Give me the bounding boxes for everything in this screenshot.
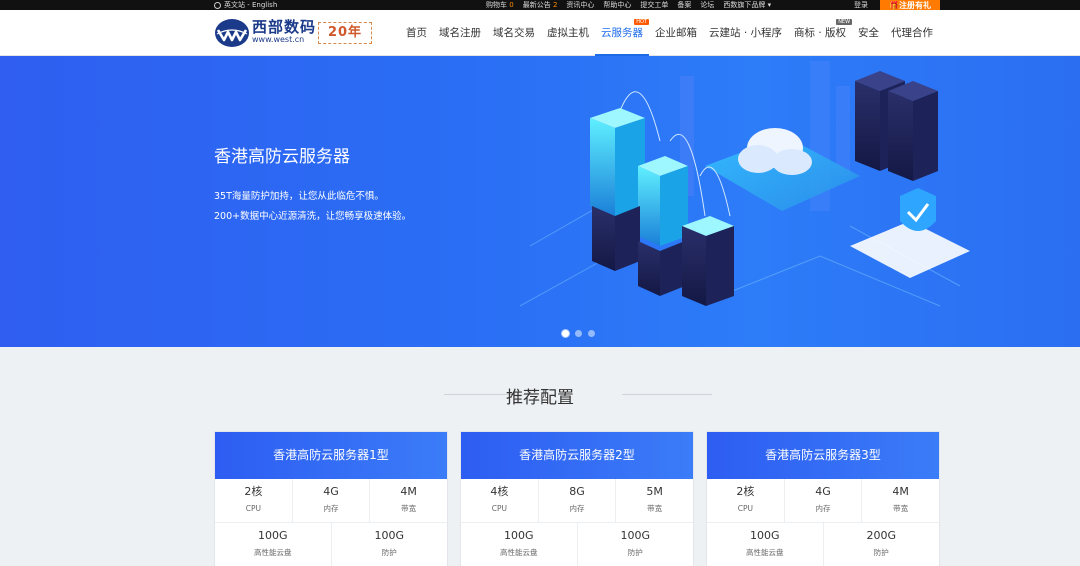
spec-label: CPU bbox=[245, 504, 261, 513]
protection-label: 防护 bbox=[873, 548, 889, 557]
carousel-dot-2[interactable] bbox=[575, 330, 582, 337]
spec-value: 4核 bbox=[490, 485, 509, 498]
spec-label: 内存 bbox=[569, 504, 585, 513]
spec-value: 5M bbox=[646, 485, 663, 498]
logo-en: www.west.cn bbox=[252, 35, 305, 44]
cart-count: 0 bbox=[509, 1, 514, 9]
plan-name: 香港高防云服务器2型 bbox=[461, 432, 693, 479]
nav-home[interactable]: 首页 bbox=[400, 10, 433, 56]
logo-text[interactable]: 西部数码 www.west.cn bbox=[252, 19, 316, 45]
section-title: 推荐配置 bbox=[506, 388, 574, 408]
storage-label: 高性能云盘 bbox=[500, 548, 538, 557]
spec-value: 2核 bbox=[244, 485, 263, 498]
storage-label: 高性能云盘 bbox=[254, 548, 292, 557]
storage-value: 100G bbox=[749, 529, 780, 542]
site-header: 西部数码 www.west.cn 20年 首页 域名注册 域名交易 虚拟主机 云… bbox=[0, 10, 1080, 56]
nav-partner[interactable]: 代理合作 bbox=[885, 10, 939, 56]
spec-label: 内存 bbox=[323, 504, 339, 513]
spec-label: CPU bbox=[737, 504, 753, 513]
carousel-dot-1[interactable] bbox=[562, 330, 569, 337]
notice-count: 2 bbox=[552, 1, 558, 9]
plan-card[interactable]: 香港高防云服务器2型 4核 CPU 8G 内存 5M 带宽 100G 高性能云盘 100… bbox=[460, 431, 694, 566]
plan-name: 香港高防云服务器3型 bbox=[707, 432, 939, 479]
hero-banner[interactable]: 香港高防云服务器 35T海量防护加持，让您从此临危不惧。 200+数据中心近源清… bbox=[0, 56, 1080, 347]
nav-site-builder[interactable]: 云建站 · 小程序 bbox=[703, 10, 788, 56]
hot-badge: HOT bbox=[634, 19, 649, 25]
nav-virtual-host[interactable]: 虚拟主机 bbox=[541, 10, 595, 56]
notice-link[interactable]: 最新公告 2 bbox=[523, 0, 558, 10]
nav-domain-trade[interactable]: 域名交易 bbox=[487, 10, 541, 56]
spec-label: CPU bbox=[491, 504, 507, 513]
protection-label: 防护 bbox=[381, 548, 397, 557]
protection-value: 100G bbox=[374, 529, 405, 542]
language-label: 英文站 - English bbox=[224, 1, 278, 9]
spec-label: 带宽 bbox=[893, 504, 909, 513]
chevron-down-icon: ▾ bbox=[767, 1, 772, 9]
spec-label: 带宽 bbox=[647, 504, 663, 513]
spec-value: 4M bbox=[400, 485, 417, 498]
protection-label: 防护 bbox=[627, 548, 643, 557]
section-divider-right bbox=[622, 394, 712, 395]
cloud-icon bbox=[738, 128, 812, 175]
news-link[interactable]: 资讯中心 bbox=[566, 0, 594, 10]
icp-link[interactable]: 备案 bbox=[677, 0, 691, 10]
storage-value: 100G bbox=[503, 529, 534, 542]
carousel-dots bbox=[562, 330, 595, 337]
spec-label: 内存 bbox=[815, 504, 831, 513]
top-utility-bar: 英文站 - English 购物车 0 最新公告 2 资讯中心 帮助中心 提交工… bbox=[0, 0, 1080, 12]
anniversary-badge: 20年 bbox=[318, 22, 372, 44]
carousel-dot-3[interactable] bbox=[588, 330, 595, 337]
banner-desc-1: 35T海量防护加持，让您从此临危不惧。 bbox=[214, 191, 384, 202]
gift-icon: 🎁 bbox=[889, 1, 899, 10]
nav-enterprise-mail[interactable]: 企业邮箱 bbox=[649, 10, 703, 56]
language-switch[interactable]: 英文站 - English bbox=[214, 0, 277, 10]
globe-icon bbox=[214, 1, 221, 9]
brands-dropdown[interactable]: 西数旗下品牌 ▾ bbox=[723, 0, 771, 10]
banner-desc-2: 200+数据中心近源清洗，让您畅享极速体验。 bbox=[214, 211, 412, 222]
new-badge: NEW bbox=[836, 19, 853, 25]
server-cloud-illustration bbox=[520, 61, 970, 307]
plan-name: 香港高防云服务器1型 bbox=[215, 432, 447, 479]
spec-value: 8G bbox=[569, 485, 585, 498]
main-nav: 首页 域名注册 域名交易 虚拟主机 云服务器 HOT 企业邮箱 云建站 · 小程… bbox=[400, 10, 939, 56]
forum-link[interactable]: 论坛 bbox=[700, 0, 714, 10]
nav-cloud-server[interactable]: 云服务器 HOT bbox=[595, 10, 649, 56]
storage-value: 100G bbox=[257, 529, 288, 542]
cart-link[interactable]: 购物车 0 bbox=[486, 0, 514, 10]
protection-value: 200G bbox=[866, 529, 897, 542]
spec-value: 4M bbox=[892, 485, 909, 498]
nav-security[interactable]: 安全 bbox=[852, 10, 885, 56]
banner-title: 香港高防云服务器 bbox=[214, 147, 350, 167]
logo-cn: 西部数码 bbox=[252, 18, 317, 36]
spec-value: 4G bbox=[815, 485, 831, 498]
spec-value: 4G bbox=[323, 485, 339, 498]
help-link[interactable]: 帮助中心 bbox=[603, 0, 631, 10]
ticket-link[interactable]: 提交工单 bbox=[640, 0, 668, 10]
protection-value: 100G bbox=[620, 529, 651, 542]
spec-label: 带宽 bbox=[401, 504, 417, 513]
top-links: 购物车 0 最新公告 2 资讯中心 帮助中心 提交工单 备案 论坛 西数旗下品牌… bbox=[486, 0, 771, 10]
plan-card[interactable]: 香港高防云服务器1型 2核 CPU 4G 内存 4M 带宽 100G 高性能云盘 100… bbox=[214, 431, 448, 566]
nav-trademark[interactable]: 商标 · 版权 NEW bbox=[788, 10, 853, 56]
storage-label: 高性能云盘 bbox=[746, 548, 784, 557]
west-logo-icon[interactable] bbox=[214, 18, 250, 48]
spec-value: 2核 bbox=[736, 485, 755, 498]
plan-card[interactable]: 香港高防云服务器3型 2核 CPU 4G 内存 4M 带宽 100G 高性能云盘 200… bbox=[706, 431, 940, 566]
shield-icon bbox=[900, 188, 936, 231]
login-link[interactable]: 登录 bbox=[854, 0, 868, 10]
nav-domain-register[interactable]: 域名注册 bbox=[433, 10, 487, 56]
